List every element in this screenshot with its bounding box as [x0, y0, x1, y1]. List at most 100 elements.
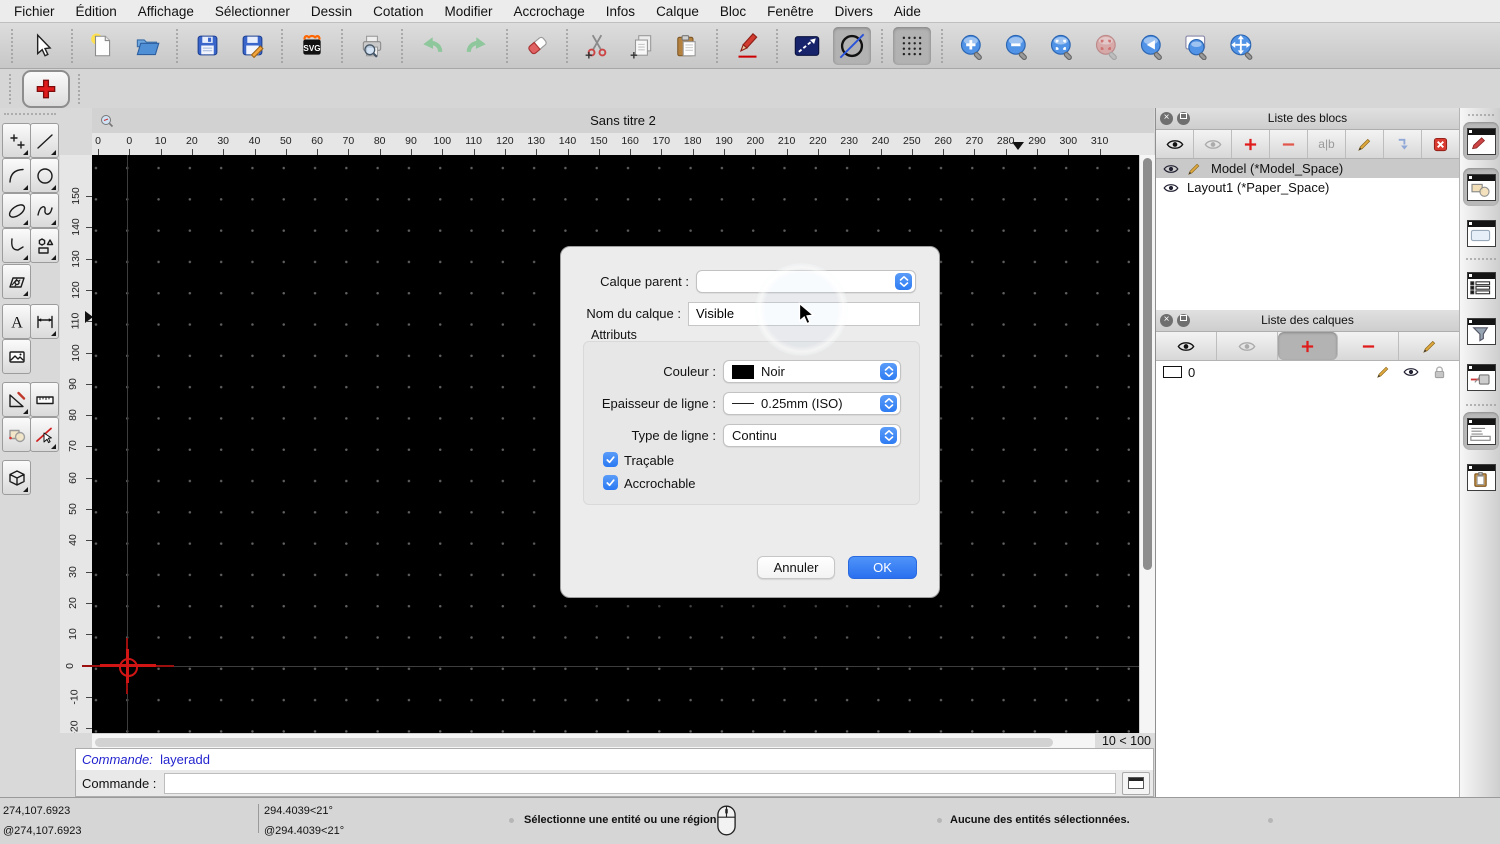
zoom-in-button[interactable]: [953, 27, 991, 65]
toggle-clipboard-button[interactable]: [1463, 458, 1499, 496]
canvas-vertical-scrollbar[interactable]: [1139, 155, 1155, 733]
tool-line-button[interactable]: [30, 123, 59, 158]
new-document-button[interactable]: [83, 27, 121, 65]
show-all-blocks-button[interactable]: [1156, 130, 1194, 158]
line-width-dropdown[interactable]: 0.25mm (ISO): [723, 392, 901, 415]
delete-button[interactable]: [518, 27, 556, 65]
svg-export-button[interactable]: SVG: [293, 27, 331, 65]
tool-select-button[interactable]: [30, 417, 59, 452]
remove-block-button[interactable]: [1270, 130, 1308, 158]
zoom-pan-button[interactable]: [1223, 27, 1261, 65]
add-layer-button[interactable]: [1277, 332, 1339, 360]
copy-button[interactable]: [623, 27, 661, 65]
selection-arrow-button[interactable]: [23, 27, 61, 65]
delete-block-button[interactable]: [1422, 130, 1459, 158]
tool-image-button[interactable]: [2, 339, 31, 374]
plottable-checkbox[interactable]: [603, 452, 618, 467]
toggle-plot-preview-button[interactable]: [1463, 358, 1499, 396]
zoom-previous-button[interactable]: [1133, 27, 1171, 65]
tool-circle-button[interactable]: [30, 158, 59, 193]
tool-hatch-button[interactable]: [2, 264, 31, 299]
menu-item-infos[interactable]: Infos: [606, 4, 635, 19]
menu-item-fichier[interactable]: Fichier: [14, 4, 55, 19]
close-panel-button[interactable]: ×: [1160, 112, 1173, 125]
close-panel-button[interactable]: ×: [1160, 314, 1173, 327]
h-ruler-label: 300: [1059, 135, 1078, 147]
tool-dimension-button[interactable]: [30, 304, 59, 339]
snappable-checkbox[interactable]: [603, 475, 618, 490]
menu-item-cotation[interactable]: Cotation: [373, 4, 423, 19]
print-preview-button[interactable]: [353, 27, 391, 65]
tool-arc-button[interactable]: [2, 158, 31, 193]
layer-list-item[interactable]: 0: [1156, 361, 1459, 383]
tool-shapes-button[interactable]: [30, 228, 59, 263]
command-detach-button[interactable]: [1122, 771, 1150, 795]
menu-item-bloc[interactable]: Bloc: [720, 4, 746, 19]
tool-spline-button[interactable]: [30, 193, 59, 228]
insert-block-button[interactable]: [1384, 130, 1422, 158]
tool-points-button[interactable]: [2, 123, 31, 158]
line-attributes-button[interactable]: [788, 27, 826, 65]
tool-ellipse-button[interactable]: [2, 193, 31, 228]
current-action-layer-add-button[interactable]: [22, 69, 70, 108]
menu-item-aide[interactable]: Aide: [894, 4, 921, 19]
menu-item-dessin[interactable]: Dessin: [311, 4, 352, 19]
menu-item-divers[interactable]: Divers: [835, 4, 873, 19]
line-type-dropdown[interactable]: Continu: [723, 424, 901, 447]
save-button[interactable]: [188, 27, 226, 65]
redo-button[interactable]: [458, 27, 496, 65]
float-panel-button[interactable]: [1177, 112, 1190, 125]
add-block-button[interactable]: [1232, 130, 1270, 158]
remove-layer-button[interactable]: [1338, 332, 1400, 360]
zoom-selection-button[interactable]: [1088, 27, 1126, 65]
edit-block-button[interactable]: [1346, 130, 1384, 158]
tool-blocks-button[interactable]: [2, 417, 31, 452]
vertical-scroll-thumb[interactable]: [1142, 158, 1152, 570]
toggle-layer-list-button[interactable]: [1463, 122, 1499, 160]
toggle-block-list-button[interactable]: [1463, 168, 1499, 206]
tool-measure-button[interactable]: [30, 382, 59, 417]
rename-block-button[interactable]: a|b: [1308, 130, 1346, 158]
save-as-button[interactable]: [233, 27, 271, 65]
undo-button[interactable]: [413, 27, 451, 65]
ok-button[interactable]: OK: [848, 556, 917, 579]
zoom-out-button[interactable]: [998, 27, 1036, 65]
menu-item-edition[interactable]: Édition: [76, 4, 117, 19]
circle-line-toggle-button[interactable]: [833, 26, 871, 65]
tool-text-button[interactable]: A: [2, 304, 31, 339]
layer-name-input[interactable]: [688, 302, 920, 326]
open-file-button[interactable]: [128, 27, 166, 65]
edit-layer-button[interactable]: [1399, 332, 1459, 360]
pen-edit-button[interactable]: [728, 27, 766, 65]
menu-item-fenetre[interactable]: Fenêtre: [767, 4, 814, 19]
hide-all-blocks-button[interactable]: [1194, 130, 1232, 158]
menu-item-selectionner[interactable]: Sélectionner: [215, 4, 290, 19]
show-all-layers-button[interactable]: [1156, 332, 1217, 360]
toggle-library-browser-button[interactable]: [1463, 214, 1499, 252]
cut-button[interactable]: [578, 27, 616, 65]
tool-modify-button[interactable]: [2, 382, 31, 417]
hide-all-layers-button[interactable]: [1217, 332, 1278, 360]
color-dropdown[interactable]: Noir: [723, 360, 901, 383]
zoom-auto-button[interactable]: [1043, 27, 1081, 65]
cancel-button[interactable]: Annuler: [757, 556, 835, 579]
grid-toggle-button[interactable]: [893, 26, 931, 65]
tool-solids-button[interactable]: [2, 460, 31, 495]
menu-item-modifier[interactable]: Modifier: [444, 4, 492, 19]
toggle-selection-filter-button[interactable]: [1463, 312, 1499, 350]
block-list-item[interactable]: Model (*Model_Space): [1156, 159, 1459, 178]
tool-polyline-button[interactable]: [2, 228, 31, 263]
menu-item-affichage[interactable]: Affichage: [138, 4, 194, 19]
menu-item-accrochage[interactable]: Accrochage: [513, 4, 584, 19]
block-list-item[interactable]: Layout1 (*Paper_Space): [1156, 178, 1459, 197]
command-input[interactable]: [164, 772, 1116, 794]
menu-item-calque[interactable]: Calque: [656, 4, 699, 19]
paste-button[interactable]: [668, 27, 706, 65]
toggle-command-console-button[interactable]: [1463, 412, 1499, 450]
float-panel-button[interactable]: [1177, 314, 1190, 327]
parent-layer-dropdown[interactable]: [696, 270, 916, 293]
document-titlebar[interactable]: Sans titre 2: [92, 108, 1154, 134]
horizontal-scroll-thumb[interactable]: [95, 737, 1053, 747]
zoom-window-button[interactable]: [1178, 27, 1216, 65]
toggle-entity-list-button[interactable]: [1463, 266, 1499, 304]
